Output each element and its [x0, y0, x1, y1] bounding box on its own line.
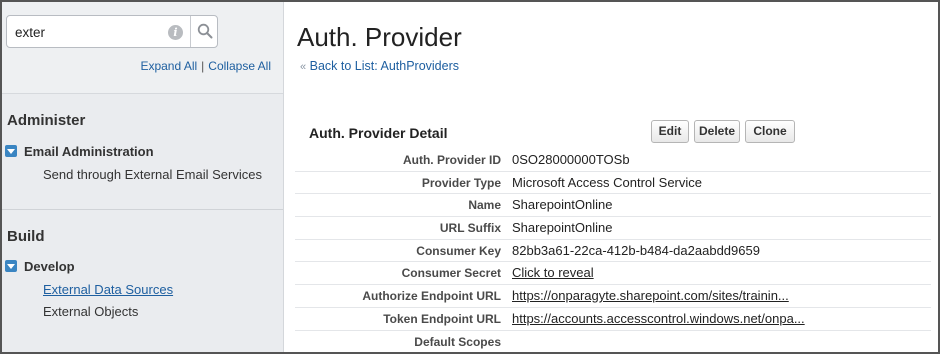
- expand-all-link[interactable]: Expand All: [140, 59, 197, 73]
- detail-row: Consumer Secret Click to reveal: [295, 262, 931, 286]
- tree-item-send-external-email[interactable]: Send through External Email Services: [43, 167, 262, 182]
- authorize-endpoint-link[interactable]: https://onparagyte.sharepoint.com/sites/…: [512, 288, 789, 303]
- expand-collapse-links: Expand All | Collapse All: [140, 59, 271, 73]
- detail-row: Consumer Key 82bb3a61-22ca-412b-b484-da2…: [295, 240, 931, 263]
- detail-row: Authorize Endpoint URL https://onparagyt…: [295, 285, 931, 308]
- detail-row: Name SharepointOnline: [295, 194, 931, 218]
- back-to-list-link[interactable]: « Back to List: AuthProviders: [300, 59, 459, 73]
- tree-group-label: Email Administration: [24, 144, 154, 159]
- detail-row: URL Suffix SharepointOnline: [295, 217, 931, 240]
- collapse-toggle-icon[interactable]: [5, 260, 17, 272]
- link-separator: |: [201, 59, 205, 73]
- field-value: SharepointOnline: [512, 197, 613, 213]
- field-label: Auth. Provider ID: [402, 153, 501, 167]
- detail-row: Token Endpoint URL https://accounts.acce…: [295, 308, 931, 331]
- edit-button[interactable]: Edit: [651, 120, 689, 143]
- clone-button[interactable]: Clone: [745, 120, 795, 143]
- field-label: Consumer Key: [416, 243, 501, 258]
- field-label: Authorize Endpoint URL: [362, 289, 501, 304]
- detail-row: Provider Type Microsoft Access Control S…: [295, 172, 931, 195]
- detail-section-title: Auth. Provider Detail: [309, 125, 448, 141]
- setup-sidebar: i Expand All |Collapse All Administer Ema…: [2, 2, 284, 352]
- app-frame: i Expand All |Collapse All Administer Ema…: [0, 0, 940, 354]
- detail-row: Auth. Provider ID 0SO28000000TOSb: [295, 149, 931, 172]
- field-label: Default Scopes: [414, 334, 501, 349]
- detail-table: Auth. Provider ID 0SO28000000TOSb Provid…: [295, 149, 931, 353]
- sidebar-search-area: i Expand All |Collapse All: [2, 2, 283, 94]
- field-label: URL Suffix: [439, 221, 501, 236]
- section-divider: [2, 209, 283, 210]
- field-label: Provider Type: [421, 175, 501, 190]
- tree-item-external-objects[interactable]: External Objects: [43, 304, 138, 319]
- field-value: Microsoft Access Control Service: [512, 174, 703, 190]
- collapse-toggle-icon[interactable]: [5, 145, 17, 157]
- search-button[interactable]: [190, 16, 218, 47]
- search-icon: [197, 23, 213, 39]
- info-icon[interactable]: i: [168, 25, 183, 40]
- back-arrow-icon: «: [300, 61, 307, 73]
- token-endpoint-link[interactable]: https://accounts.accesscontrol.windows.n…: [512, 311, 805, 326]
- collapse-all-link[interactable]: Collapse All: [208, 59, 271, 73]
- field-label: Token Endpoint URL: [383, 311, 501, 326]
- page-title: Auth. Provider: [297, 22, 462, 52]
- back-link-label[interactable]: Back to List: AuthProviders: [310, 59, 459, 73]
- field-value: SharepointOnline: [512, 220, 613, 236]
- section-title-build: Build: [7, 228, 45, 245]
- tree-item-external-data-sources[interactable]: External Data Sources: [43, 282, 173, 297]
- delete-button[interactable]: Delete: [694, 120, 740, 143]
- field-value: 0SO28000000TOSb: [512, 152, 630, 167]
- field-label: Consumer Secret: [401, 266, 501, 281]
- field-value: 82bb3a61-22ca-412b-b484-da2aabdd9659: [512, 242, 760, 258]
- detail-row: Default Scopes: [295, 331, 931, 353]
- quick-find-box: i: [6, 15, 218, 48]
- section-title-administer: Administer: [7, 112, 86, 129]
- tree-group-label: Develop: [24, 259, 75, 274]
- reveal-secret-link[interactable]: Click to reveal: [512, 265, 594, 280]
- quick-find-input[interactable]: [15, 22, 160, 42]
- field-label: Name: [468, 198, 501, 213]
- main-content: Auth. Provider « Back to List: AuthProvi…: [285, 2, 938, 353]
